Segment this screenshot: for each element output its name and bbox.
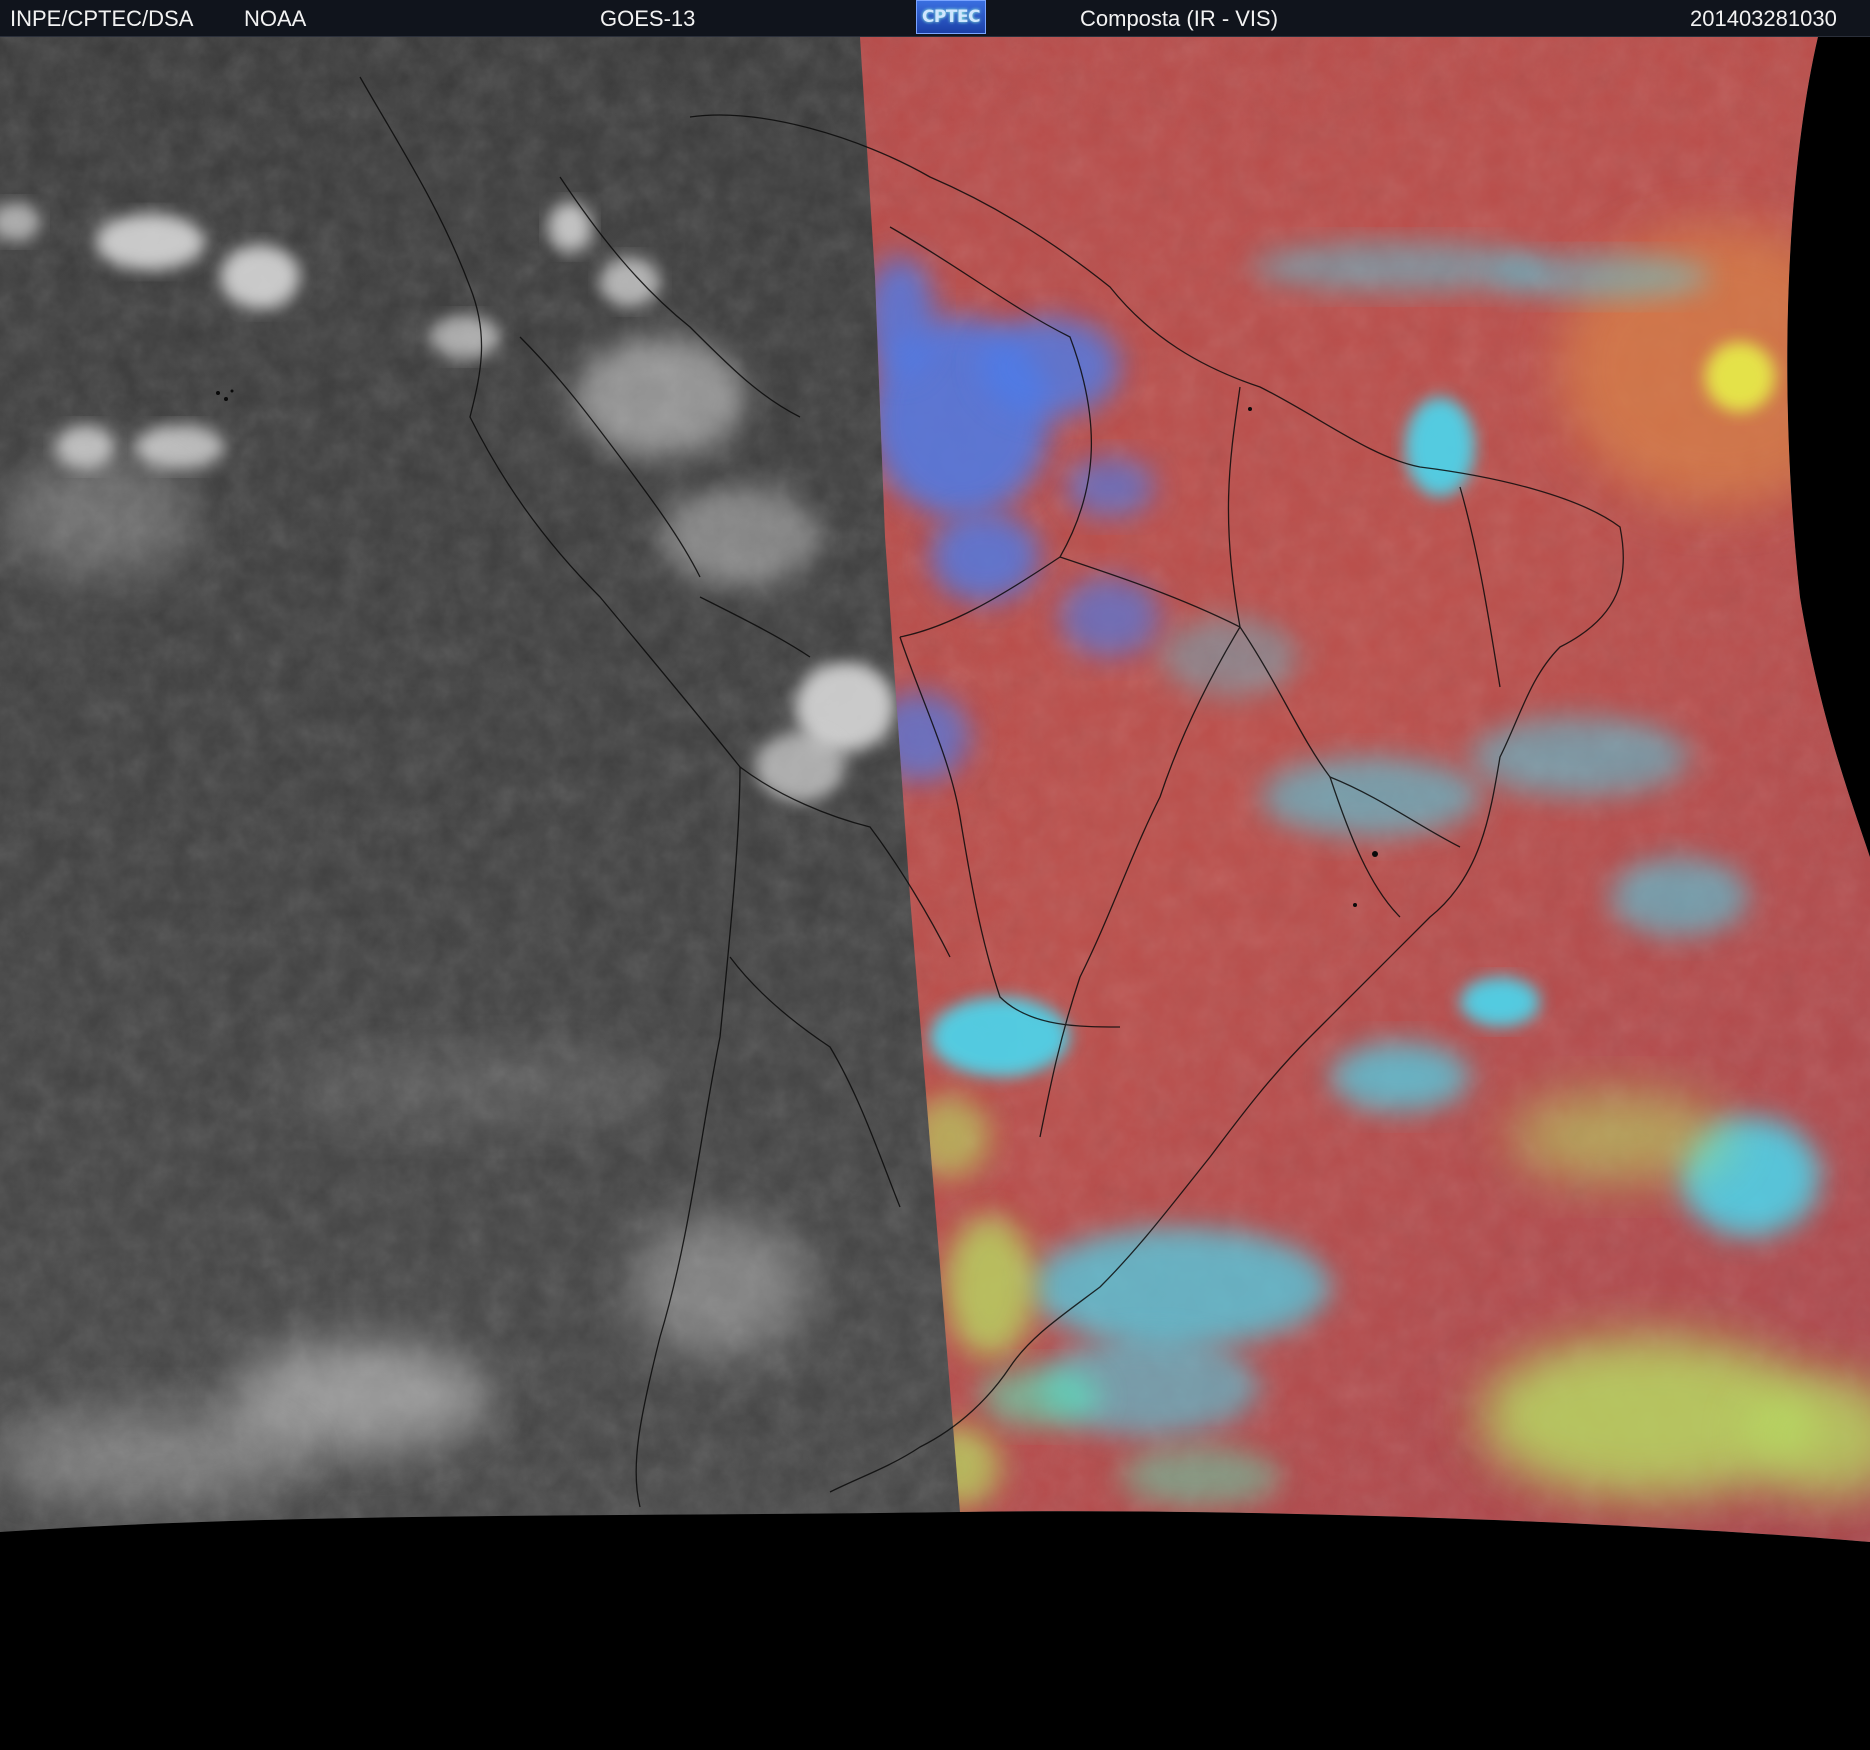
- earth-disk: [0, 37, 1870, 1542]
- cptec-logo: CPTEC: [916, 0, 986, 34]
- cptec-logo-text: CPTEC: [921, 7, 981, 27]
- agency-label: INPE/CPTEC/DSA: [10, 6, 194, 31]
- image-header-bar: INPE/CPTEC/DSA NOAA GOES-13 CPTEC Compos…: [0, 0, 1870, 37]
- satellite-label: GOES-13: [600, 6, 696, 31]
- timestamp-label: 201403281030: [1690, 6, 1837, 31]
- satellite-composite-image: [0, 37, 1870, 1750]
- source-label: NOAA: [244, 6, 307, 31]
- product-label: Composta (IR - VIS): [1080, 6, 1279, 31]
